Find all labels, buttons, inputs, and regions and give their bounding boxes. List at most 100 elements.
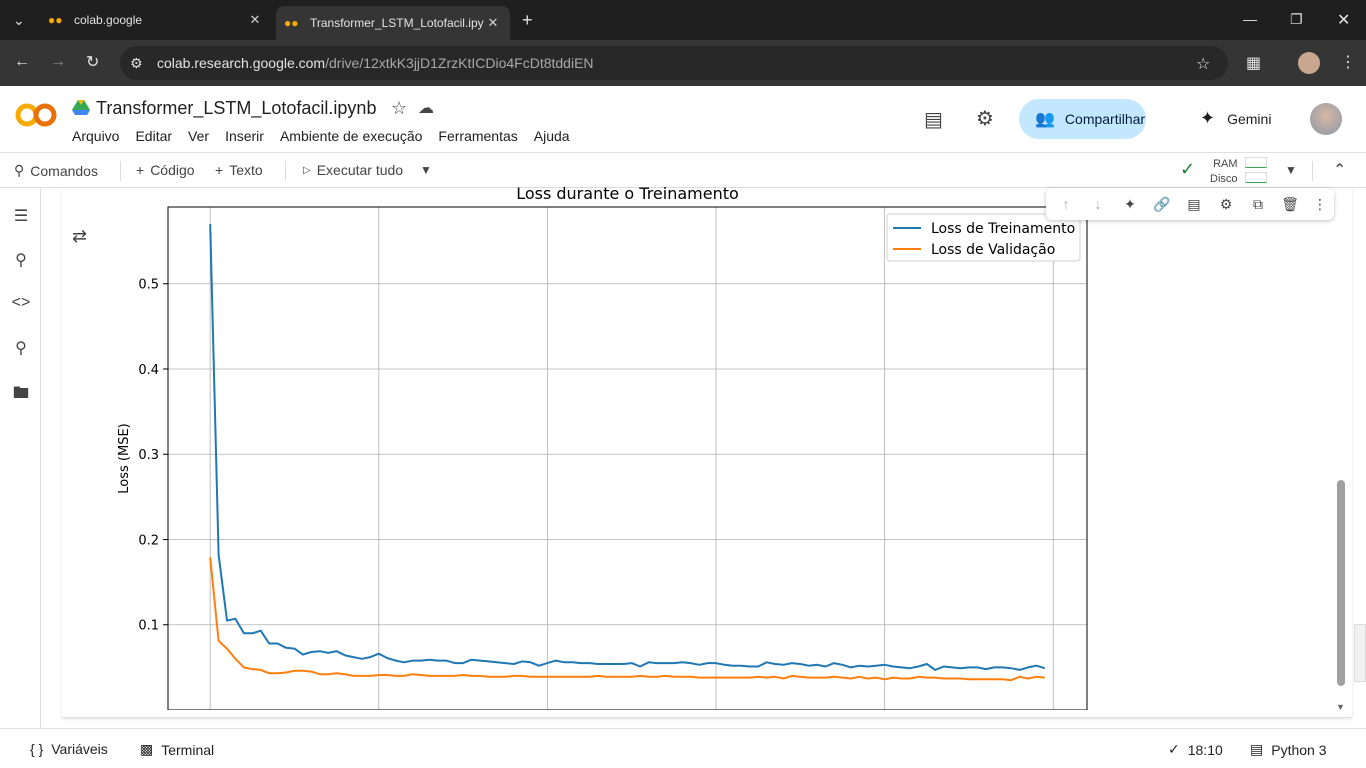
- tab-close-icon[interactable]: ✕: [484, 15, 502, 31]
- reload-icon[interactable]: ↻: [86, 52, 99, 72]
- runtime-indicator[interactable]: ▤ Python 3: [1250, 741, 1327, 758]
- colab-logo[interactable]: [14, 100, 58, 130]
- add-code-button[interactable]: + Código: [136, 162, 195, 178]
- move-down-icon[interactable]: ↓: [1088, 194, 1108, 214]
- browser-addressbar: ← → ↻ ⚙ colab.research.google.com/drive/…: [0, 40, 1366, 86]
- more-options-icon[interactable]: ⋮: [1310, 194, 1330, 214]
- terminal-icon: ▩: [140, 741, 154, 757]
- browser-tabbar: ⌄ ●● colab.google ✕ ●● Transformer_LSTM_…: [0, 0, 1366, 40]
- forward-icon[interactable]: →: [50, 53, 66, 71]
- ram-sparkline: [1245, 157, 1267, 168]
- extensions-icon[interactable]: ▦: [1246, 53, 1261, 73]
- comment-icon[interactable]: ▤: [1184, 194, 1204, 214]
- move-up-icon[interactable]: ↑: [1056, 194, 1076, 214]
- cloud-saved-icon[interactable]: ☁: [418, 98, 434, 118]
- y-tick-label: 0.4: [138, 363, 159, 378]
- menu-inserir[interactable]: Inserir: [225, 128, 264, 144]
- runtime-server-icon: ▤: [1250, 741, 1264, 757]
- account-avatar[interactable]: [1310, 103, 1342, 135]
- comments-icon[interactable]: ▤: [924, 107, 943, 132]
- delete-trash-icon[interactable]: 🗑: [1280, 194, 1300, 214]
- scroll-down-arrow-icon[interactable]: ▼: [1336, 702, 1345, 712]
- tab-close-icon[interactable]: ✕: [246, 12, 264, 28]
- check-icon: ✓: [1168, 741, 1180, 757]
- notebook-scrollbar[interactable]: [1337, 480, 1345, 686]
- share-button[interactable]: 👥 Compartilhar: [1019, 99, 1146, 139]
- browser-tab-notebook[interactable]: ●● Transformer_LSTM_Lotofacil.ipynb ✕: [276, 6, 510, 40]
- tab-search-chevron-icon[interactable]: ⌄: [13, 12, 25, 29]
- browser-tab-title: colab.google: [74, 13, 143, 27]
- restore-icon[interactable]: ❐: [1290, 11, 1303, 28]
- menu-ajuda[interactable]: Ajuda: [534, 128, 570, 144]
- menu-bar: Arquivo Editar Ver Inserir Ambiente de e…: [72, 128, 570, 144]
- browser-menu-icon[interactable]: ⋮: [1340, 52, 1356, 72]
- code-snippets-icon[interactable]: <>: [10, 294, 32, 316]
- page-scrollbar[interactable]: [1354, 624, 1366, 682]
- menu-ambiente[interactable]: Ambiente de execução: [280, 128, 422, 144]
- link-icon[interactable]: 🔗: [1152, 194, 1172, 214]
- connected-check-icon[interactable]: ✓: [1180, 159, 1195, 180]
- runtime-dropdown-icon[interactable]: ▼: [1285, 163, 1297, 177]
- status-bar: { } Variáveis ▩ Terminal ✓ 18:10 ▤ Pytho…: [0, 728, 1366, 768]
- commands-label: Comandos: [30, 162, 98, 179]
- series-line: [209, 224, 1046, 671]
- commands-button[interactable]: ⚲ Comandos: [14, 162, 98, 179]
- mirror-cell-icon[interactable]: ⧉: [1248, 194, 1268, 214]
- collapse-header-icon[interactable]: ⌃: [1333, 160, 1346, 180]
- menu-ver[interactable]: Ver: [188, 128, 209, 144]
- url-bar[interactable]: ⚙ colab.research.google.com/drive/12xtkK…: [120, 46, 1228, 80]
- gemini-sparkle-icon: ✦: [1200, 108, 1216, 128]
- variables-button[interactable]: { } Variáveis: [30, 741, 108, 757]
- chart-legend: Loss de Treinamento Loss de Validação: [886, 213, 1081, 262]
- notebook-title[interactable]: Transformer_LSTM_Lotofacil.ipynb: [96, 98, 376, 119]
- execution-status[interactable]: ✓ 18:10: [1168, 741, 1223, 758]
- code-cell-output[interactable]: ⇄ Loss durante o Treinamento Loss (MSE) …: [62, 184, 1352, 718]
- output-actions-icon[interactable]: ⇄: [72, 226, 87, 247]
- browser-tab-colab-google[interactable]: ●● colab.google ✕: [40, 6, 272, 34]
- find-replace-icon[interactable]: ⚲: [10, 250, 32, 272]
- loss-chart: Loss durante o Treinamento Loss (MSE) 0.…: [117, 184, 1088, 710]
- run-all-button[interactable]: ▷ Executar tudo: [303, 162, 403, 178]
- y-tick-label: 0.2: [138, 533, 159, 548]
- cell-settings-gear-icon[interactable]: ⚙: [1216, 194, 1236, 214]
- site-info-icon[interactable]: ⚙: [130, 55, 143, 72]
- bookmark-star-icon[interactable]: ☆: [1196, 54, 1210, 74]
- colab-favicon-icon: ●●: [48, 13, 63, 27]
- add-text-button[interactable]: + Texto: [215, 162, 263, 178]
- runtime-label: Python 3: [1271, 741, 1327, 758]
- code-label: Código: [150, 162, 195, 178]
- legend-label: Loss de Treinamento: [931, 221, 1075, 237]
- terminal-label: Terminal: [161, 741, 215, 758]
- table-of-contents-icon[interactable]: ☰: [10, 206, 32, 228]
- chart-ylabel: Loss (MSE): [117, 423, 132, 493]
- menu-ferramentas[interactable]: Ferramentas: [438, 128, 517, 144]
- settings-gear-icon[interactable]: ⚙: [976, 106, 994, 131]
- google-drive-icon: [72, 100, 90, 116]
- people-icon: 👥: [1035, 111, 1055, 128]
- profile-avatar[interactable]: [1298, 52, 1320, 74]
- gemini-sparkle-icon[interactable]: ✦: [1120, 194, 1140, 214]
- new-tab-icon[interactable]: +: [522, 10, 533, 31]
- plot-frame: [167, 206, 1088, 710]
- y-tick-label: 0.5: [138, 278, 159, 293]
- chart-title: Loss durante o Treinamento: [516, 184, 739, 203]
- gemini-button[interactable]: ✦ Gemini: [1200, 108, 1271, 129]
- browser-tab-title: Transformer_LSTM_Lotofacil.ipynb: [310, 16, 484, 30]
- minimize-icon[interactable]: —: [1243, 11, 1257, 27]
- menu-arquivo[interactable]: Arquivo: [72, 128, 119, 144]
- terminal-button[interactable]: ▩ Terminal: [140, 741, 214, 758]
- disk-sparkline: [1245, 172, 1267, 183]
- colab-header: Transformer_LSTM_Lotofacil.ipynb ☆ ☁ Arq…: [0, 86, 1366, 152]
- run-all-dropdown-icon[interactable]: ▼: [420, 163, 432, 177]
- star-icon[interactable]: ☆: [391, 98, 407, 119]
- resource-indicator[interactable]: RAM Disco: [1210, 157, 1238, 187]
- close-window-icon[interactable]: ✕: [1337, 10, 1350, 30]
- back-icon[interactable]: ←: [14, 53, 30, 71]
- secrets-key-icon[interactable]: ⚲: [10, 338, 32, 360]
- files-folder-icon[interactable]: 🖿: [10, 382, 32, 404]
- side-rail: ☰ ⚲ <> ⚲ 🖿: [0, 188, 41, 728]
- toolbar-divider: [120, 161, 121, 181]
- variables-braces-icon: { }: [30, 741, 44, 757]
- colab-favicon-icon: ●●: [284, 16, 299, 30]
- menu-editar[interactable]: Editar: [135, 128, 172, 144]
